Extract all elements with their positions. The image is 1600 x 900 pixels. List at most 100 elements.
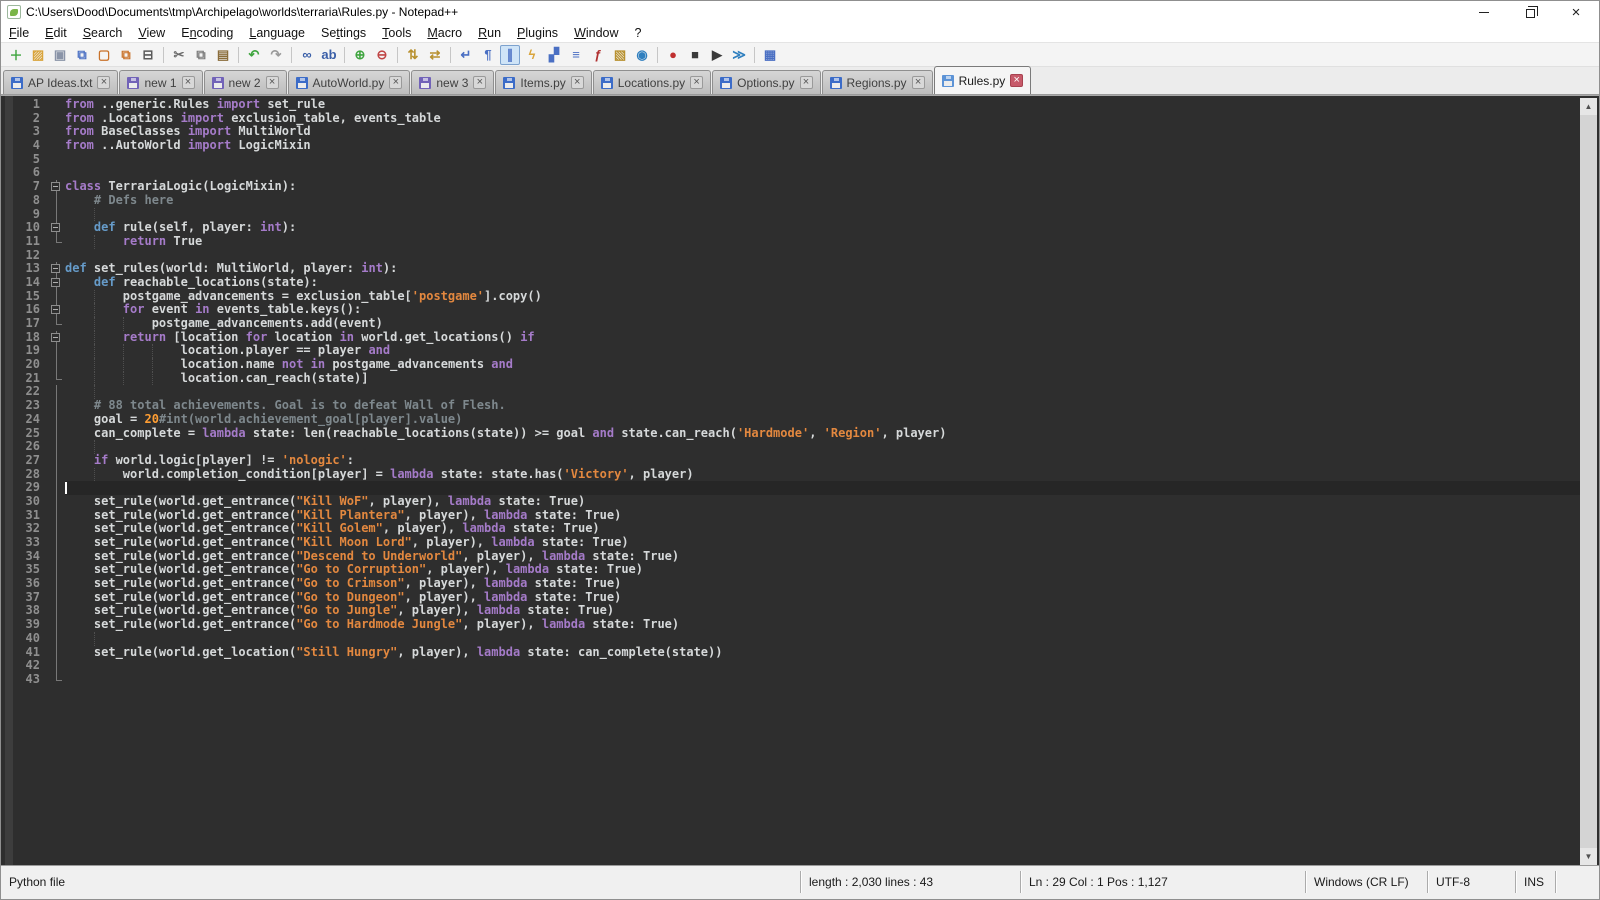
fold-margin[interactable]: [49, 331, 65, 345]
macro-record-button[interactable]: ●: [663, 45, 683, 65]
macro-save-button[interactable]: ▦: [760, 45, 780, 65]
code-line[interactable]: 24 goal = 20#int(world.achievement_goal[…: [3, 413, 1580, 427]
zoom-in-button[interactable]: ⊕: [350, 45, 370, 65]
open-folder-button[interactable]: ▨: [28, 45, 48, 65]
restore-button[interactable]: [1507, 1, 1553, 23]
code-line[interactable]: 39 set_rule(world.get_entrance("Go to Ha…: [3, 618, 1580, 632]
close-icon[interactable]: ×: [266, 76, 279, 89]
copy-button[interactable]: ⧉: [191, 45, 211, 65]
macro-run-multiple-button[interactable]: ≫: [729, 45, 749, 65]
menu-item-window[interactable]: Window: [566, 24, 626, 42]
fold-margin[interactable]: [49, 180, 65, 194]
menu-item-help[interactable]: ?: [627, 24, 650, 42]
code-line[interactable]: 42: [3, 659, 1580, 673]
show-indent-guide-button[interactable]: ∥: [500, 45, 520, 65]
code-line[interactable]: 34 set_rule(world.get_entrance("Descend …: [3, 550, 1580, 564]
code-line[interactable]: 35 set_rule(world.get_entrance("Go to Co…: [3, 563, 1580, 577]
close-icon[interactable]: ×: [690, 76, 703, 89]
document-list-button[interactable]: ≡: [566, 45, 586, 65]
menu-item-tools[interactable]: Tools: [374, 24, 419, 42]
status-encoding[interactable]: UTF-8: [1427, 871, 1515, 893]
code-line[interactable]: 20 location.name not in postgame_advance…: [3, 358, 1580, 372]
code-line[interactable]: 23 # 88 total achievements. Goal is to d…: [3, 399, 1580, 413]
tab-autoworld-py[interactable]: AutoWorld.py×: [288, 70, 411, 94]
function-completion-button[interactable]: ϟ: [522, 45, 542, 65]
code-line[interactable]: 28 world.completion_condition[player] = …: [3, 468, 1580, 482]
menu-item-file[interactable]: File: [1, 24, 37, 42]
fold-collapse-icon[interactable]: [51, 264, 60, 273]
close-icon[interactable]: ×: [182, 76, 195, 89]
code-line[interactable]: 1from ..generic.Rules import set_rule: [3, 98, 1580, 112]
code-line[interactable]: 21 location.can_reach(state)]: [3, 372, 1580, 386]
close-button[interactable]: ×: [1553, 1, 1599, 23]
code-line[interactable]: 16 for event in events_table.keys():: [3, 303, 1580, 317]
code-line[interactable]: 4from ..AutoWorld import LogicMixin: [3, 139, 1580, 153]
show-all-characters-button[interactable]: ¶: [478, 45, 498, 65]
document-map-button[interactable]: ▞: [544, 45, 564, 65]
tab-new-2[interactable]: new 2×: [204, 70, 287, 94]
save-button[interactable]: ▣: [50, 45, 70, 65]
code-line[interactable]: 25 can_complete = lambda state: len(reac…: [3, 427, 1580, 441]
code-line[interactable]: 8 # Defs here: [3, 194, 1580, 208]
tab-ap-ideas-txt[interactable]: AP Ideas.txt×: [3, 70, 118, 94]
vertical-scrollbar[interactable]: ▲ ▼: [1580, 98, 1597, 865]
code-line[interactable]: 31 set_rule(world.get_entrance("Kill Pla…: [3, 509, 1580, 523]
editor[interactable]: 1from ..generic.Rules import set_rule2fr…: [1, 95, 1599, 865]
close-icon[interactable]: ×: [912, 76, 925, 89]
code-line[interactable]: 15 postgame_advancements = exclusion_tab…: [3, 290, 1580, 304]
code-line[interactable]: 40: [3, 632, 1580, 646]
menu-item-run[interactable]: Run: [470, 24, 509, 42]
fold-collapse-icon[interactable]: [51, 182, 60, 191]
code-line[interactable]: 33 set_rule(world.get_entrance("Kill Moo…: [3, 536, 1580, 550]
code-line[interactable]: 6: [3, 166, 1580, 180]
close-icon[interactable]: ×: [97, 76, 110, 89]
fold-margin[interactable]: [49, 262, 65, 276]
print-button[interactable]: ⊟: [138, 45, 158, 65]
close-button[interactable]: ▢: [94, 45, 114, 65]
menu-item-edit[interactable]: Edit: [37, 24, 75, 42]
code-line[interactable]: 32 set_rule(world.get_entrance("Kill Gol…: [3, 522, 1580, 536]
fold-collapse-icon[interactable]: [51, 278, 60, 287]
function-list-button[interactable]: ƒ: [588, 45, 608, 65]
code-line[interactable]: 2from .Locations import exclusion_table,…: [3, 112, 1580, 126]
code-line[interactable]: 11 return True: [3, 235, 1580, 249]
scroll-down-arrow[interactable]: ▼: [1580, 848, 1597, 865]
code-line[interactable]: 22: [3, 385, 1580, 399]
fold-collapse-icon[interactable]: [51, 223, 60, 232]
menu-item-settings[interactable]: Settings: [313, 24, 374, 42]
menu-item-language[interactable]: Language: [241, 24, 313, 42]
close-all-button[interactable]: ⧉: [116, 45, 136, 65]
code-line[interactable]: 19 location.player == player and: [3, 344, 1580, 358]
menu-item-encoding[interactable]: Encoding: [173, 24, 241, 42]
code-line[interactable]: 36 set_rule(world.get_entrance("Go to Cr…: [3, 577, 1580, 591]
save-all-button[interactable]: ⧉: [72, 45, 92, 65]
replace-button[interactable]: ab: [319, 45, 339, 65]
code-line[interactable]: 10 def rule(self, player: int):: [3, 221, 1580, 235]
tab-new-1[interactable]: new 1×: [119, 70, 202, 94]
code-line[interactable]: 13def set_rules(world: MultiWorld, playe…: [3, 262, 1580, 276]
fold-collapse-icon[interactable]: [51, 305, 60, 314]
close-icon[interactable]: ×: [473, 76, 486, 89]
code-area[interactable]: 1from ..generic.Rules import set_rule2fr…: [3, 98, 1580, 865]
find-button[interactable]: ∞: [297, 45, 317, 65]
close-icon[interactable]: ×: [389, 76, 402, 89]
code-line[interactable]: 17 postgame_advancements.add(event): [3, 317, 1580, 331]
tab-options-py[interactable]: Options.py×: [712, 70, 820, 94]
zoom-out-button[interactable]: ⊖: [372, 45, 392, 65]
menu-item-search[interactable]: Search: [75, 24, 131, 42]
status-eol-format[interactable]: Windows (CR LF): [1305, 871, 1427, 893]
status-insert-mode[interactable]: INS: [1515, 871, 1555, 893]
code-line[interactable]: 26: [3, 440, 1580, 454]
word-wrap-button[interactable]: ↵: [456, 45, 476, 65]
sync-vertical-scroll-button[interactable]: ⇅: [403, 45, 423, 65]
tab-locations-py[interactable]: Locations.py×: [593, 70, 711, 94]
scroll-up-arrow[interactable]: ▲: [1580, 98, 1597, 115]
monitoring-button[interactable]: ◉: [632, 45, 652, 65]
tab-rules-py[interactable]: Rules.py×: [934, 66, 1032, 94]
code-line[interactable]: 37 set_rule(world.get_entrance("Go to Du…: [3, 591, 1580, 605]
code-line[interactable]: 38 set_rule(world.get_entrance("Go to Ju…: [3, 604, 1580, 618]
menu-item-view[interactable]: View: [130, 24, 173, 42]
fold-margin[interactable]: [49, 303, 65, 317]
fold-margin[interactable]: [49, 221, 65, 235]
redo-button[interactable]: ↷: [266, 45, 286, 65]
